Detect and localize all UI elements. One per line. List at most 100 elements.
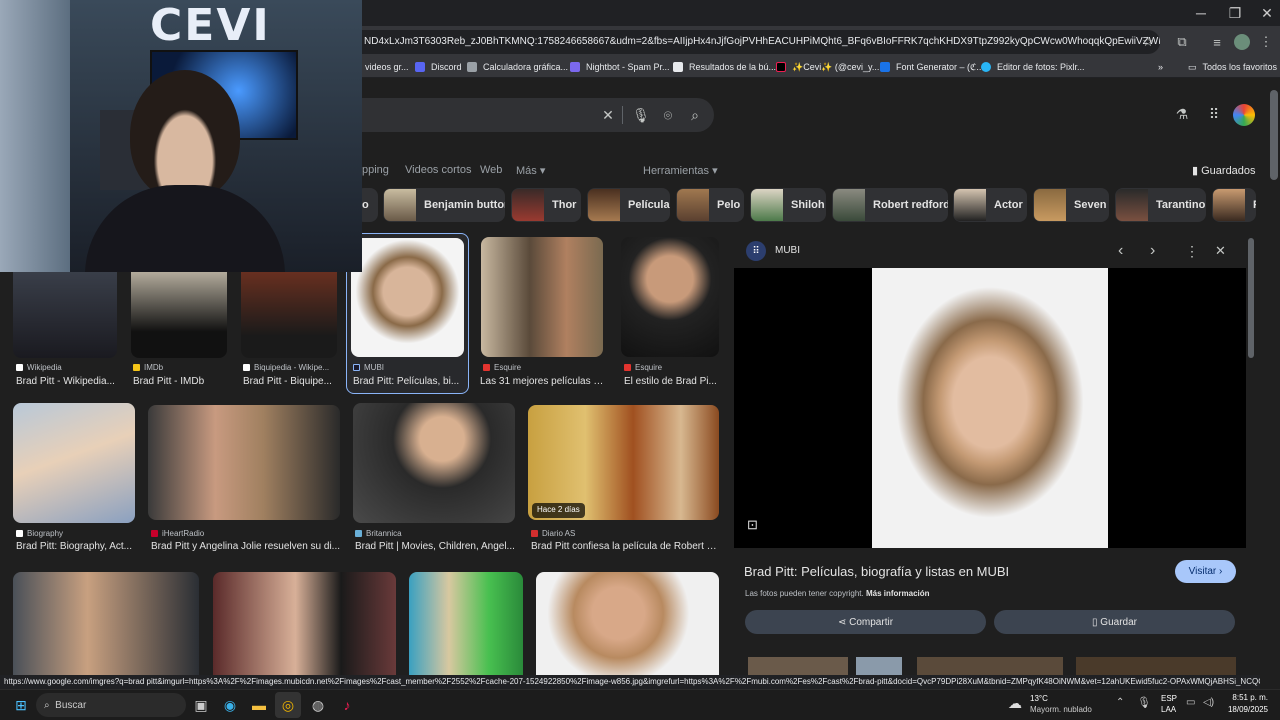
- share-button[interactable]: ⋖ Compartir: [745, 610, 986, 634]
- bookmarks-overflow-button[interactable]: »: [1158, 58, 1163, 76]
- result-image[interactable]: [536, 572, 719, 675]
- tab-more[interactable]: Más ▾: [516, 164, 545, 177]
- search-box[interactable]: [300, 98, 714, 132]
- profile-avatar-icon[interactable]: [1230, 30, 1254, 54]
- result-image[interactable]: [353, 403, 515, 523]
- chip-pelicula[interactable]: Película: [587, 188, 670, 222]
- result-title[interactable]: Brad Pitt: Películas, bi...: [353, 376, 463, 387]
- panel-close-icon[interactable]: ✕: [1215, 243, 1226, 259]
- media-control-icon[interactable]: ≡: [1205, 30, 1229, 54]
- next-arrow-icon[interactable]: ›: [1150, 242, 1155, 260]
- bookmark-item[interactable]: Font Generator – (ℭ...: [880, 58, 984, 76]
- clear-search-icon[interactable]: ✕: [598, 106, 618, 124]
- result-title[interactable]: Brad Pitt | Movies, Children, Angel...: [355, 541, 515, 552]
- result-title[interactable]: Brad Pitt confiesa la película de Robert…: [531, 541, 719, 552]
- language-layout[interactable]: LAA: [1161, 705, 1176, 714]
- edge-icon[interactable]: ◉: [217, 692, 243, 718]
- chip-partial-end[interactable]: F: [1212, 188, 1256, 222]
- chip-benjamin-button[interactable]: Benjamin button: [383, 188, 505, 222]
- lens-search-icon[interactable]: ⊡: [747, 517, 758, 533]
- chip-thor[interactable]: Thor: [511, 188, 581, 222]
- restore-icon[interactable]: ❐: [1218, 0, 1252, 26]
- result-title[interactable]: Las 31 mejores películas d...: [480, 376, 604, 387]
- tray-chevron-icon[interactable]: ⌃: [1116, 697, 1124, 708]
- chrome-icon[interactable]: ◎: [275, 692, 301, 718]
- volume-icon[interactable]: ◁): [1203, 697, 1214, 708]
- windows-start-icon[interactable]: ⊞: [8, 692, 34, 718]
- save-button[interactable]: ▯ Guardar: [994, 610, 1235, 634]
- address-bar[interactable]: ND4xLxJm3T6303Reb_zJ0BhTKMNQ:17582466586…: [300, 30, 1160, 54]
- obs-icon[interactable]: ◍: [305, 692, 331, 718]
- all-bookmarks-folder[interactable]: ▭ Todos los favoritos: [1188, 58, 1277, 76]
- bookmark-item[interactable]: Nightbot - Spam Pr...: [570, 58, 670, 76]
- task-view-icon[interactable]: ▣: [188, 692, 214, 718]
- bookmark-item[interactable]: ✨Cevi✨ (@cevi_y...: [776, 58, 879, 76]
- account-avatar[interactable]: [1233, 104, 1255, 126]
- bookmark-star-icon[interactable]: ☆: [1136, 30, 1160, 54]
- result-title[interactable]: Brad Pitt y Angelina Jolie resuelven su …: [151, 541, 341, 552]
- result-image[interactable]: [131, 270, 227, 358]
- search-icon[interactable]: ⌕: [685, 106, 705, 124]
- related-image[interactable]: [748, 657, 848, 675]
- page-scrollbar[interactable]: [1270, 90, 1278, 180]
- preview-image[interactable]: [872, 268, 1108, 548]
- network-icon[interactable]: ▭: [1186, 697, 1195, 708]
- result-image[interactable]: [241, 270, 337, 358]
- tiktok-icon[interactable]: ♪: [334, 692, 360, 718]
- extensions-icon[interactable]: ⧉: [1170, 30, 1194, 54]
- result-image[interactable]: [481, 237, 603, 357]
- clock-date[interactable]: 18/09/2025: [1226, 705, 1268, 714]
- result-image[interactable]: [351, 238, 464, 357]
- more-info-link[interactable]: Más información: [866, 589, 930, 598]
- lens-icon[interactable]: ⌾: [658, 106, 678, 124]
- related-image[interactable]: [856, 657, 902, 675]
- microphone-tray-icon[interactable]: 🎙: [1137, 696, 1151, 709]
- microphone-icon[interactable]: 🎙: [631, 106, 651, 124]
- saved-button[interactable]: ▮ Guardados: [1192, 164, 1256, 177]
- apps-grid-icon[interactable]: ⠿: [1204, 105, 1224, 123]
- chip-shiloh[interactable]: Shiloh: [750, 188, 826, 222]
- chip-pelo[interactable]: Pelo: [676, 188, 744, 222]
- bookmark-item[interactable]: Discord: [415, 58, 462, 76]
- file-explorer-icon[interactable]: ▬: [246, 692, 272, 718]
- result-image[interactable]: [13, 572, 199, 675]
- tab-web[interactable]: Web: [480, 164, 502, 176]
- panel-more-icon[interactable]: ⋮: [1185, 243, 1199, 260]
- related-image[interactable]: [1076, 657, 1236, 675]
- chip-tarantino[interactable]: Tarantino: [1115, 188, 1206, 222]
- tab-shopping[interactable]: pping: [362, 164, 389, 176]
- result-image[interactable]: [13, 403, 135, 523]
- previous-arrow-icon[interactable]: ‹: [1118, 242, 1123, 260]
- panel-site-name[interactable]: MUBI: [775, 245, 800, 256]
- labs-flask-icon[interactable]: ⚗: [1172, 105, 1192, 123]
- taskbar-search[interactable]: ⌕ Buscar: [36, 693, 186, 717]
- chip-robert-redford[interactable]: Robert redford: [832, 188, 948, 222]
- panel-title[interactable]: Brad Pitt: Películas, biografía y listas…: [744, 564, 1009, 579]
- visit-button[interactable]: Visitar ›: [1175, 560, 1236, 583]
- close-window-icon[interactable]: ✕: [1250, 0, 1280, 26]
- browser-menu-icon[interactable]: ⋮: [1254, 30, 1278, 54]
- result-title[interactable]: Brad Pitt - Wikipedia...: [16, 376, 120, 387]
- weather-icon[interactable]: ☁: [1008, 695, 1022, 712]
- result-title[interactable]: Brad Pitt: Biography, Act...: [16, 541, 136, 552]
- chip-seven[interactable]: Seven: [1033, 188, 1109, 222]
- bookmark-item[interactable]: videos gr...: [365, 58, 409, 76]
- result-image[interactable]: [409, 572, 523, 675]
- result-image[interactable]: [13, 270, 117, 358]
- result-title[interactable]: El estilo de Brad Pi...: [624, 376, 720, 387]
- bookmark-item[interactable]: Calculadora gráfica...: [467, 58, 568, 76]
- tools-button[interactable]: Herramientas ▾: [643, 164, 718, 177]
- result-image[interactable]: [621, 237, 719, 357]
- result-title[interactable]: Brad Pitt - IMDb: [133, 376, 229, 387]
- language-code[interactable]: ESP: [1161, 694, 1177, 703]
- result-image[interactable]: [213, 572, 396, 675]
- bookmark-item[interactable]: Resultados de la bú...: [673, 58, 776, 76]
- bookmark-item[interactable]: Editor de fotos: Pixlr...: [981, 58, 1085, 76]
- minimize-icon[interactable]: ─: [1184, 0, 1218, 26]
- chip-actor[interactable]: Actor: [953, 188, 1027, 222]
- clock-time[interactable]: 8:51 p. m.: [1232, 693, 1268, 702]
- panel-scrollbar[interactable]: [1248, 238, 1254, 358]
- result-title[interactable]: Brad Pitt - Biquipe...: [243, 376, 335, 387]
- tab-short-videos[interactable]: Videos cortos: [405, 164, 471, 176]
- result-image[interactable]: [148, 405, 340, 520]
